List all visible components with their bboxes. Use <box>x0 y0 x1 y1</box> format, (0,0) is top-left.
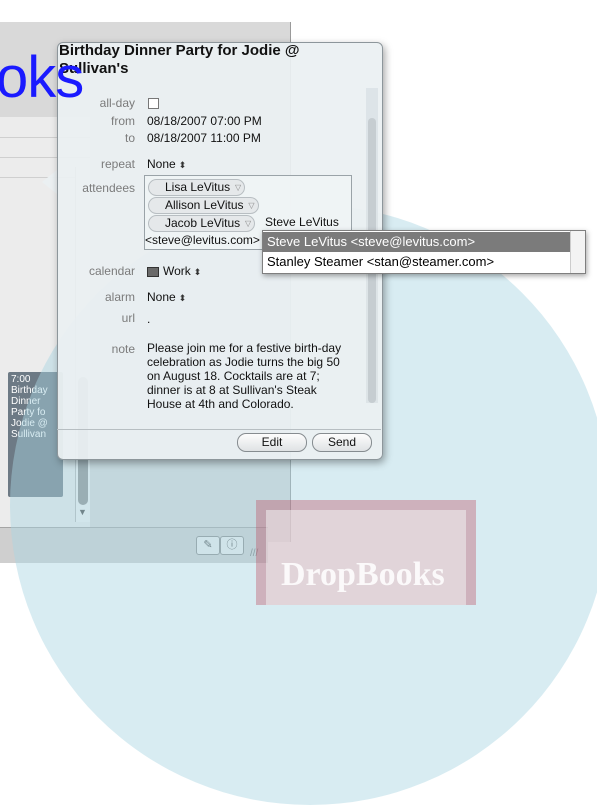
alarm-select[interactable]: None ⬍ <box>147 290 186 304</box>
repeat-label: repeat <box>100 157 135 171</box>
to-label: to <box>124 131 135 145</box>
autocomplete-item[interactable]: Steve LeVitus <steve@levitus.com> <box>263 232 575 252</box>
from-date-field[interactable]: 08/18/2007 07:00 PM <box>147 114 262 128</box>
calendar-label: calendar <box>88 264 135 278</box>
alarm-value: None <box>147 290 176 304</box>
attendee-token[interactable]: Allison LeVitus ▽ <box>148 197 259 214</box>
chevron-down-icon[interactable]: ▽ <box>235 180 241 195</box>
select-arrows-icon: ⬍ <box>193 267 202 277</box>
attendees-label: attendees <box>82 181 135 195</box>
chevron-down-icon[interactable]: ▽ <box>245 216 251 231</box>
attendee-name: Lisa LeVitus <box>165 180 231 194</box>
autocomplete-item[interactable]: Stanley Steamer <stan@steamer.com> <box>263 252 575 272</box>
watermark-overlay-text: oks <box>0 45 84 110</box>
calendar-select[interactable]: Work ⬍ <box>147 264 201 278</box>
event-title[interactable]: Birthday Dinner Party for Jodie @ Sulliv… <box>59 42 319 78</box>
all-day-checkbox[interactable] <box>148 98 159 109</box>
attendee-name: Allison LeVitus <box>165 198 244 212</box>
all-day-label: all-day <box>99 96 135 110</box>
attendee-token[interactable]: Lisa LeVitus ▽ <box>148 179 246 196</box>
note-field[interactable]: Please join me for a festive birth-day c… <box>147 341 352 411</box>
popover-footer-divider <box>57 429 381 430</box>
watermark-text: DropBooks <box>281 556 445 593</box>
note-label: note <box>111 342 135 356</box>
select-arrows-icon: ⬍ <box>178 160 187 170</box>
watermark-book-logo: DropBooks <box>256 500 476 605</box>
from-label: from <box>111 114 135 128</box>
url-label: url <box>121 311 135 325</box>
url-field[interactable]: . <box>147 312 150 326</box>
repeat-select[interactable]: None ⬍ <box>147 157 186 171</box>
edit-button[interactable]: Edit <box>237 433 307 452</box>
calendar-value: Work <box>163 264 191 278</box>
alarm-label: alarm <box>104 290 135 304</box>
attendee-token[interactable]: Jacob LeVitus ▽ <box>148 215 256 232</box>
attendee-name: Jacob LeVitus <box>165 216 241 230</box>
autocomplete-scrollbar[interactable] <box>570 231 585 273</box>
calendar-color-swatch <box>147 266 159 277</box>
popover-pointer <box>42 170 57 194</box>
typed-email[interactable]: <steve@levitus.com> <box>145 233 260 247</box>
to-date-field[interactable]: 08/18/2007 11:00 PM <box>147 131 261 145</box>
repeat-value: None <box>147 157 176 171</box>
typed-attendee[interactable]: Steve LeVitus <box>265 215 339 229</box>
send-button[interactable]: Send <box>312 433 372 452</box>
chevron-down-icon[interactable]: ▽ <box>248 198 254 213</box>
attendee-autocomplete-menu: Steve LeVitus <steve@levitus.com> Stanle… <box>262 230 586 274</box>
select-arrows-icon: ⬍ <box>178 293 187 303</box>
